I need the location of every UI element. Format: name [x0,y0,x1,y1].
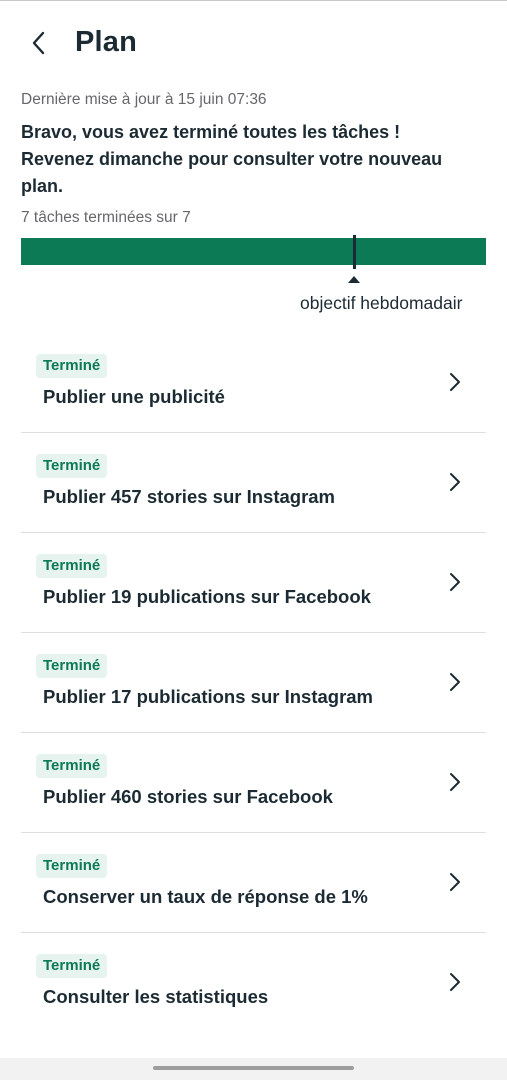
tasks-count: 7 tâches terminées sur 7 [21,209,191,226]
chevron-left-icon [32,31,45,55]
status-badge: Terminé [36,354,108,378]
chevron-right-icon [445,570,465,594]
task-item-facebook-stories[interactable]: Terminé Publier 460 stories sur Facebook [21,733,486,833]
task-item-instagram-posts[interactable]: Terminé Publier 17 publications sur Inst… [21,633,486,733]
task-title: Publier 19 publications sur Facebook [43,586,371,607]
completion-message: Bravo, vous avez terminé toutes les tâch… [21,122,443,196]
progress-fill [21,238,486,265]
chevron-right-icon [445,470,465,494]
status-badge: Terminé [36,954,108,978]
last-updated-text: Dernière mise à jour à 15 juin 07:36 [21,91,267,108]
status-badge: Terminé [36,754,108,778]
task-item-ad[interactable]: Terminé Publier une publicité [21,333,486,433]
chevron-right-icon [445,670,465,694]
goal-marker [353,235,356,269]
chevron-right-icon [445,370,465,394]
status-badge: Terminé [36,554,108,578]
chevron-right-icon [445,770,465,794]
task-title: Publier 460 stories sur Facebook [43,786,333,807]
progress-bar [21,238,486,265]
task-item-facebook-posts[interactable]: Terminé Publier 19 publications sur Face… [21,533,486,633]
task-item-response-rate[interactable]: Terminé Conserver un taux de réponse de … [21,833,486,933]
task-title: Conserver un taux de réponse de 1% [43,886,368,907]
task-title: Publier 17 publications sur Instagram [43,686,374,707]
back-button[interactable] [22,26,56,60]
task-item-statistics[interactable]: Terminé Consulter les statistiques [21,933,486,1032]
home-indicator[interactable] [153,1066,354,1070]
chevron-right-icon [445,870,465,894]
goal-pointer-icon [348,276,360,283]
status-badge: Terminé [36,854,108,878]
task-list: Terminé Publier une publicité Terminé Pu… [21,333,486,1032]
system-navigation-bar [0,1058,507,1080]
page-title: Plan [75,26,138,58]
goal-label: objectif hebdomadair [300,293,463,313]
status-badge: Terminé [36,454,108,478]
task-item-instagram-stories[interactable]: Terminé Publier 457 stories sur Instagra… [21,433,486,533]
task-title: Publier une publicité [43,386,225,407]
status-badge: Terminé [36,654,108,678]
header: Plan [0,0,507,84]
chevron-right-icon [445,970,465,994]
task-title: Consulter les statistiques [43,986,269,1007]
task-title: Publier 457 stories sur Instagram [43,486,336,507]
